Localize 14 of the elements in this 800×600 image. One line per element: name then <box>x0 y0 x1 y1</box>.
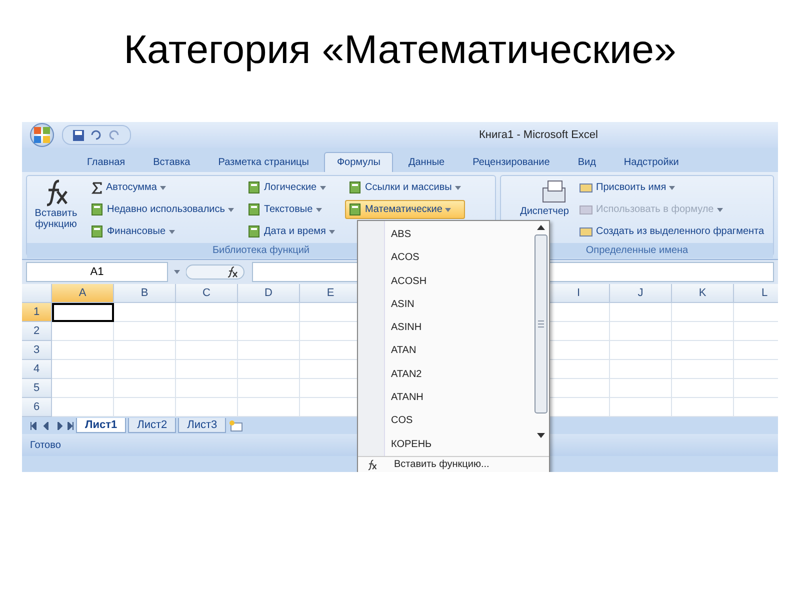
status-text: Готово <box>30 440 61 450</box>
slide-title: Категория «Математические» <box>124 28 676 74</box>
button-label: Присвоить имя <box>596 182 666 193</box>
window-title: Книга1 - Microsoft Excel <box>479 129 598 141</box>
button-label: Автосумма <box>106 182 157 193</box>
button-label: Недавно использовались <box>107 204 225 215</box>
button-label: Дата и время <box>264 226 326 237</box>
button-label: Логические <box>264 182 317 193</box>
button-label: Математические <box>364 204 442 215</box>
button-label: Использовать в формуле <box>596 204 714 215</box>
button-label: Ссылки и массивы <box>364 182 452 193</box>
button-label: Текстовые <box>264 204 313 215</box>
button-label: Финансовые <box>107 226 166 237</box>
button-label: Создать из выделенного фрагмента <box>596 226 764 237</box>
